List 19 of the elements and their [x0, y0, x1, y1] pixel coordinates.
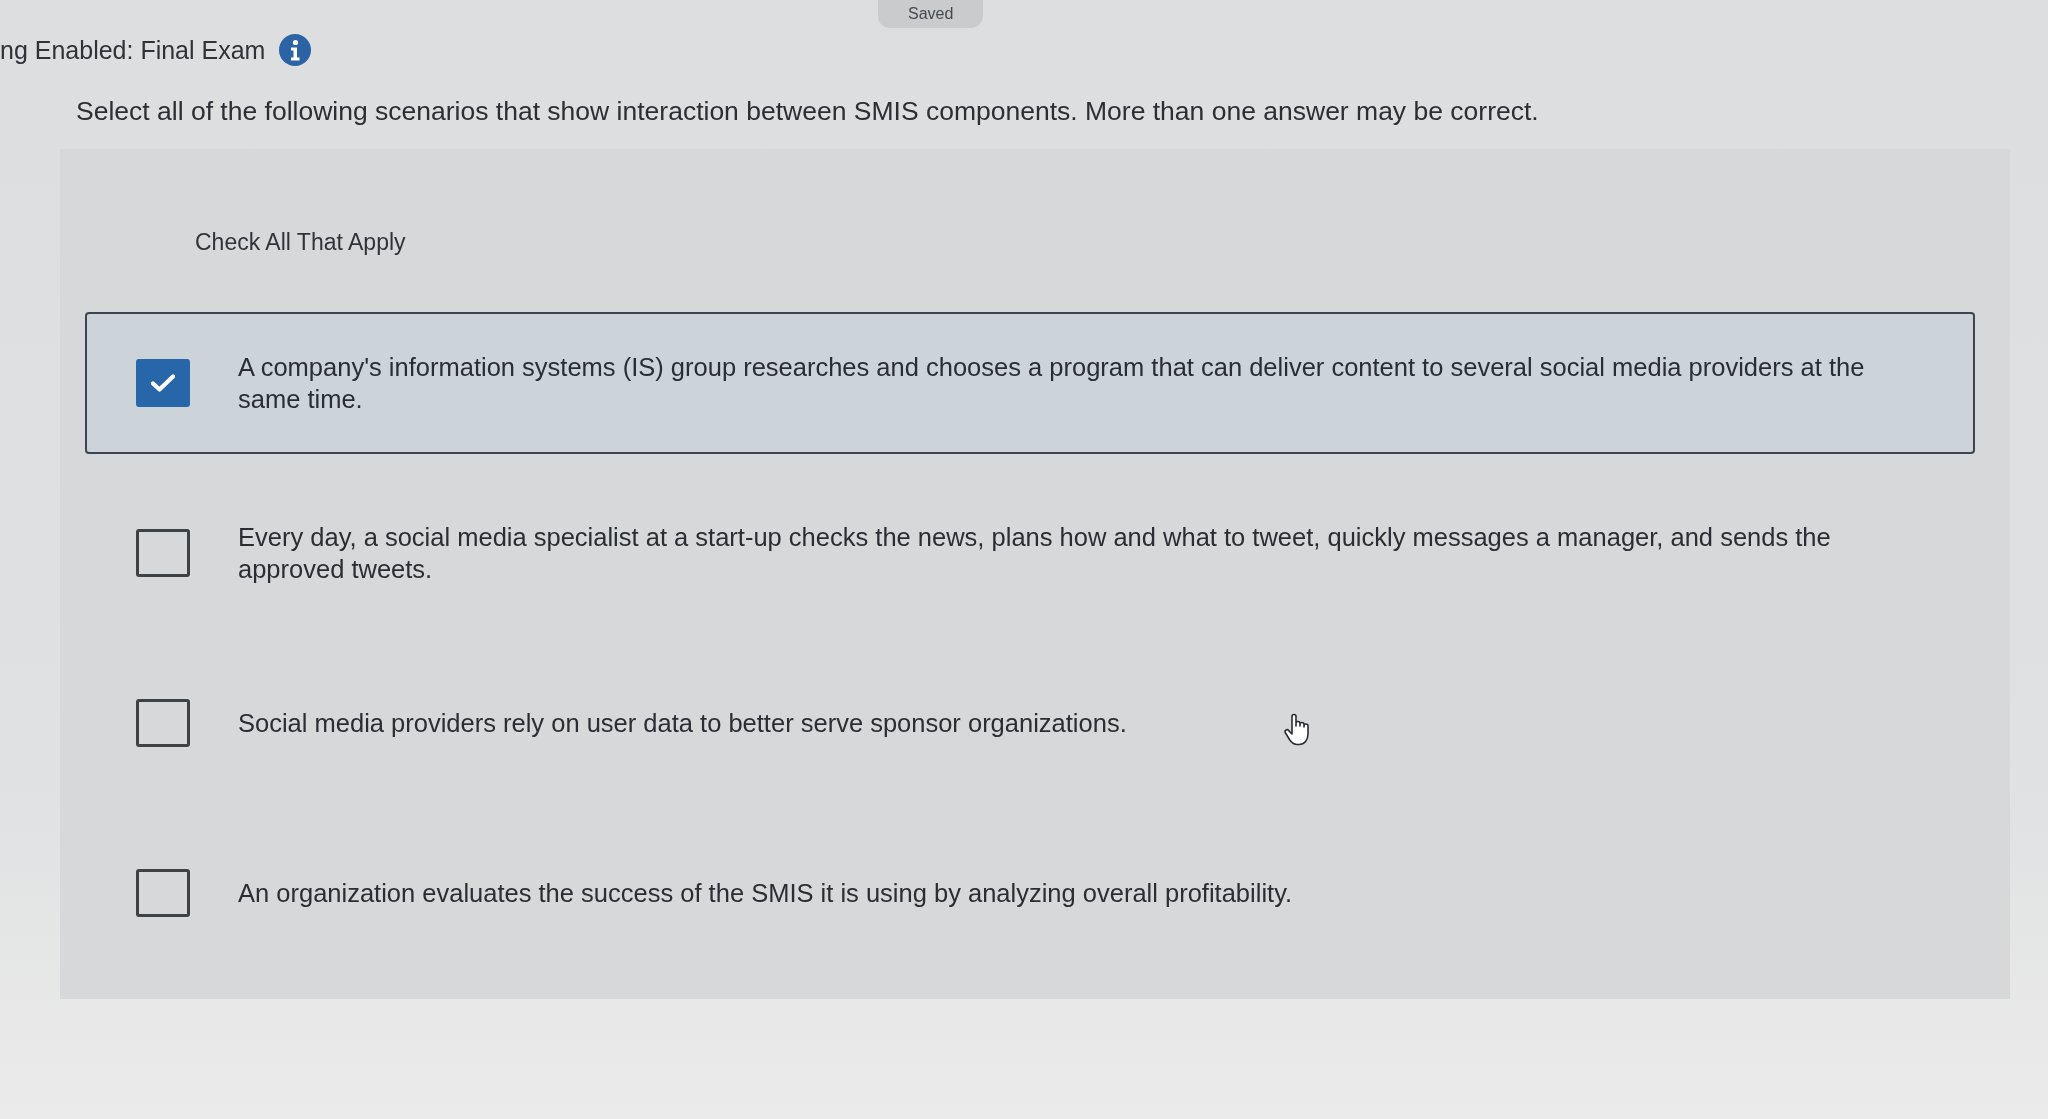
checkmark-icon	[151, 374, 175, 392]
option-text: A company's information systems (IS) group researches and chooses a program that can deliver content to several social media providers at the same time.	[238, 352, 1866, 415]
instruction-text: Check All That Apply	[195, 229, 406, 256]
checkbox[interactable]	[136, 699, 190, 747]
exam-title: ng Enabled: Final Exam	[0, 35, 266, 65]
save-status: Saved	[878, 0, 984, 28]
answer-option[interactable]: Every day, a social media specialist at a start-up checks the news, plans how and what to tweet, quickly messages a manager, and sends the approved tweets.	[85, 482, 1975, 624]
option-text: An organization evaluates the success of the SMIS it is using by analyzing overall profitability.	[238, 878, 1293, 909]
option-text: Social media providers rely on user data to better serve sponsor organizations.	[238, 708, 1127, 739]
answer-option[interactable]: A company's information systems (IS) group researches and chooses a program that can deliver content to several social media providers at the same time.	[85, 312, 1975, 454]
info-icon[interactable]	[279, 34, 312, 66]
checkbox[interactable]	[136, 869, 190, 917]
option-text: Every day, a social media specialist at a start-up checks the news, plans how and what to tweet, quickly messages a manager, and sends the approved tweets.	[238, 522, 1832, 585]
answer-option[interactable]: An organization evaluates the success of the SMIS it is using by analyzing overall profitability.	[85, 822, 1975, 964]
checkbox[interactable]	[136, 529, 190, 577]
question-prompt: Select all of the following scenarios that show interaction between SMIS components. More than one answer may be correct.	[76, 96, 1539, 127]
hand-pointer-icon	[1282, 712, 1312, 746]
checkbox[interactable]	[136, 359, 190, 407]
answer-option[interactable]: Social media providers rely on user data to better serve sponsor organizations.	[85, 652, 1975, 794]
